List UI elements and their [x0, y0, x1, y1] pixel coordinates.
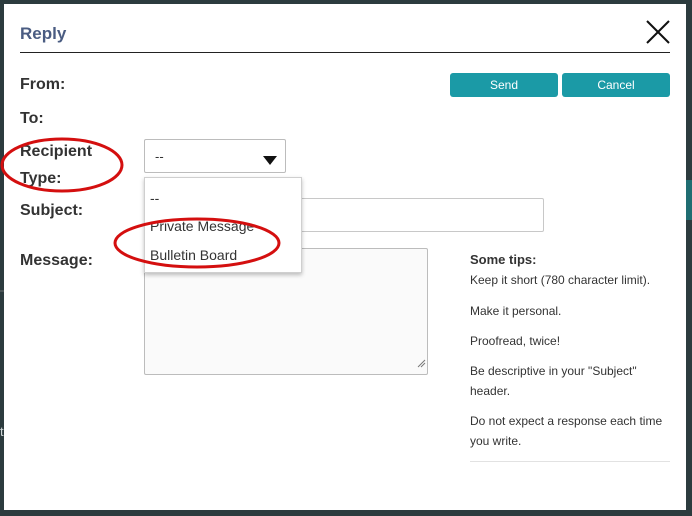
title-divider: [20, 52, 670, 53]
tip-item: Be descriptive in your "Subject" header.: [470, 364, 637, 398]
tip-item: Keep it short (780 character limit).: [470, 273, 651, 287]
tips-divider: [470, 461, 670, 462]
tip-item: Do not expect a response each time you w…: [470, 414, 663, 448]
caret-down-icon: [263, 152, 277, 170]
dialog-title: Reply: [20, 24, 67, 43]
tips-title: Some tips:: [470, 252, 537, 267]
tip-item: Make it personal.: [470, 304, 562, 318]
background-strip: [686, 180, 692, 220]
from-label: From:: [20, 76, 66, 93]
cancel-button[interactable]: Cancel: [562, 73, 670, 97]
subject-label: Subject:: [20, 202, 84, 219]
reply-dialog: Reply From: To: Recipient Type: Subject:…: [4, 4, 686, 510]
annotation-ellipse-dropdown-options: [113, 217, 281, 269]
message-label: Message:: [20, 252, 93, 269]
to-label: To:: [20, 110, 44, 127]
tip-item: Proofread, twice!: [470, 334, 561, 348]
dropdown-option-none[interactable]: --: [150, 190, 159, 206]
recipient-type-select[interactable]: --: [144, 139, 286, 173]
annotation-ellipse-recipient-type: [0, 137, 124, 193]
send-button[interactable]: Send: [450, 73, 558, 97]
resize-handle-icon[interactable]: [416, 355, 426, 373]
close-icon[interactable]: [644, 18, 672, 46]
recipient-type-value: --: [155, 149, 164, 164]
